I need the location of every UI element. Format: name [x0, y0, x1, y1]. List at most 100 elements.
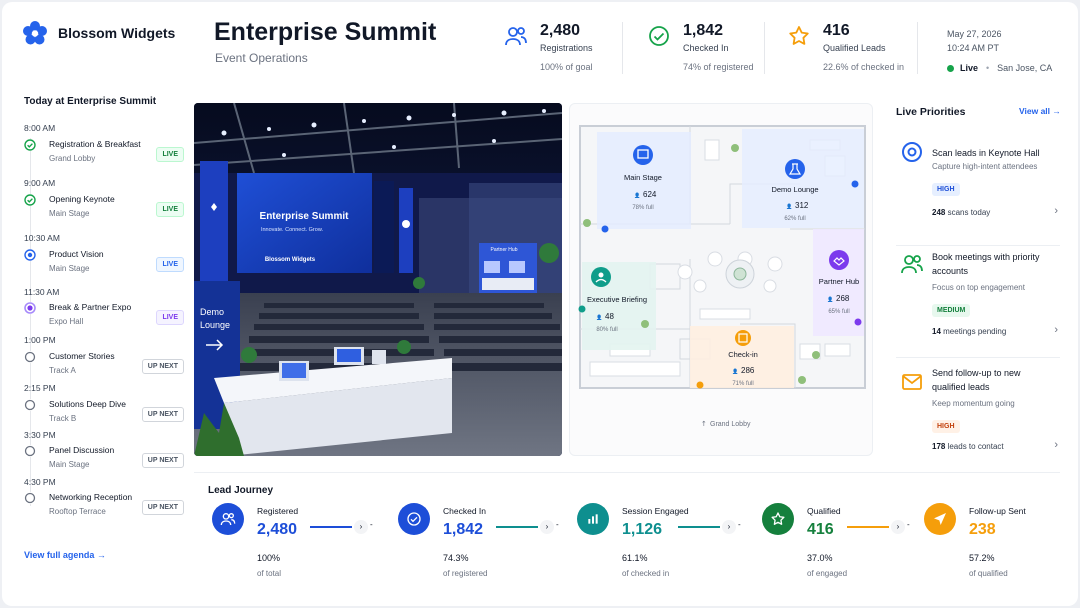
status-badge: UP NEXT: [141, 359, 184, 374]
chevron-right-icon[interactable]: ›: [1054, 324, 1058, 336]
status-badge: UP NEXT: [141, 407, 184, 422]
event-location: San Jose, CA: [997, 63, 1053, 73]
room-capacity: 65% full: [828, 309, 849, 315]
screen-tagline: Innovate. Connect. Grow.: [261, 227, 324, 233]
status-badge: LIVE: [156, 202, 184, 217]
arrow-up-icon: ↑: [701, 420, 707, 428]
agenda-time: 2:15 PM: [24, 383, 56, 393]
stage-icon-wrap: [577, 503, 609, 535]
users-icon: [220, 513, 236, 526]
priority-badge: MEDIUM: [932, 304, 971, 317]
stage-basis: of qualified: [969, 569, 1008, 578]
priority-name: Book meetings with priority accounts: [932, 252, 1040, 276]
event-time: 10:24 AM PT: [947, 43, 1000, 53]
chevron-right-icon[interactable]: ›: [1054, 205, 1058, 217]
priority-desc: Focus on top engagement: [932, 283, 1025, 292]
agenda-time: 8:00 AM: [24, 123, 56, 133]
check-circle-icon: [407, 512, 421, 526]
divider: [764, 22, 765, 74]
room-name: Executive Briefing: [587, 295, 647, 304]
kpi-sub: 22.6% of checked in: [823, 62, 905, 72]
status-badge: UP NEXT: [141, 500, 184, 515]
stage-value: 1,842: [443, 521, 484, 538]
agenda-item[interactable]: Registration & Breakfast Grand Lobby LIV…: [24, 139, 184, 169]
star-icon: [771, 512, 785, 525]
agenda-item-name: Networking Reception: [49, 492, 133, 502]
stage-percent: 100%: [257, 553, 281, 563]
stage-percent: 61.1%: [622, 553, 648, 563]
agenda-item[interactable]: Break & Partner Expo Expo Hall LIVE: [24, 302, 184, 332]
agenda-item-location: Track A: [49, 366, 76, 375]
priority-count: 14: [932, 327, 941, 336]
priority-card[interactable]: Book meetings with priority accounts Foc…: [896, 246, 1060, 358]
stage-basis: of engaged: [807, 569, 848, 578]
divider: [917, 22, 918, 74]
status-badge: LIVE: [156, 257, 184, 272]
check-circle-icon: [24, 194, 36, 206]
journey-stage-qualified[interactable]: Qualified 416 37.0% of engaged: [762, 503, 912, 593]
kpi-value: 2,480: [540, 22, 581, 39]
room-count: 312: [795, 201, 809, 210]
stage-icon-wrap: [924, 503, 956, 535]
target-dot-icon: [24, 302, 36, 314]
brand[interactable]: Blossom Widgets: [22, 20, 175, 46]
live-status: Live • San Jose, CA: [947, 63, 1052, 73]
agenda-time: 10:30 AM: [24, 233, 60, 243]
agenda-item-name: Solutions Deep Dive: [49, 399, 127, 409]
agenda-item-location: Main Stage: [49, 209, 90, 218]
view-full-agenda-link[interactable]: View full agenda →: [24, 550, 106, 560]
kpi-sub: 74% of registered: [683, 62, 754, 72]
journey-stage-follow-up-sent[interactable]: Follow-up Sent 238 57.2% of qualified: [924, 503, 1074, 593]
stage-value: 1,126: [622, 521, 663, 538]
priority-desc: Capture high-intent attendees: [932, 162, 1038, 171]
agenda-time: 11:30 AM: [24, 287, 60, 297]
agenda-item[interactable]: Solutions Deep Dive Track B UP NEXT: [24, 399, 184, 429]
room-count: 48: [605, 312, 614, 321]
agenda-item[interactable]: Product Vision Main Stage LIVE: [24, 249, 184, 279]
journey-stage-checked-in[interactable]: Checked In 1,842 74.3% of registered: [398, 503, 548, 593]
priority-foot-text: leads to contact: [945, 442, 1004, 451]
priority-badge: HIGH: [932, 183, 960, 196]
kpi-checked-in[interactable]: 1,842 Checked In 74% of registered: [647, 22, 754, 72]
floor-map[interactable]: Main Stage 👤 624 78% full Demo Lounge 👤 …: [569, 103, 873, 456]
map-entrance-label: Grand Lobby: [710, 421, 751, 428]
view-all-link[interactable]: View all →: [1019, 106, 1061, 116]
room-count: 268: [836, 294, 850, 303]
room-count: 286: [741, 366, 755, 375]
agenda-item[interactable]: Customer Stories Track A UP NEXT: [24, 351, 184, 381]
send-icon: [934, 513, 946, 525]
room-name: Main Stage: [624, 173, 662, 182]
agenda-item[interactable]: Networking Reception Rooftop Terrace UP …: [24, 492, 184, 522]
partner-hub-sign: Partner Hub: [491, 247, 518, 253]
agenda-item[interactable]: Panel Discussion Main Stage UP NEXT: [24, 445, 184, 475]
event-datetime: May 27, 2026 10:24 AM PT: [947, 27, 1002, 55]
priority-card[interactable]: Scan leads in Keynote Hall Capture high-…: [896, 134, 1060, 246]
chevron-right-icon[interactable]: ›: [1054, 439, 1058, 451]
stage-value: 238: [969, 521, 996, 538]
stage-percent: 37.0%: [807, 553, 833, 563]
priorities-title: Live Priorities: [896, 106, 966, 118]
status-badge: LIVE: [156, 310, 184, 325]
priority-count: 178: [932, 442, 946, 451]
priority-badge: HIGH: [932, 420, 960, 433]
room-capacity: 62% full: [784, 216, 805, 222]
svg-text:👤: 👤: [786, 203, 792, 210]
journey-stage-registered[interactable]: Registered 2,480 100% of total: [212, 503, 362, 593]
kpi-registrations[interactable]: 2,480 Registrations 100% of goal: [504, 22, 593, 72]
journey-stage-session-engaged[interactable]: Session Engaged 1,126 61.1% of checked i…: [577, 503, 727, 593]
stage-label: Registered: [257, 506, 299, 516]
mail-icon: [902, 374, 922, 390]
divider: [622, 22, 623, 74]
target-icon: [902, 142, 922, 162]
kpi-label: Checked In: [683, 43, 729, 53]
stage-label: Qualified: [807, 506, 841, 516]
empty-circle-icon: [24, 492, 36, 504]
kpi-qualified-leads[interactable]: 416 Qualified Leads 22.6% of checked in: [787, 22, 904, 72]
agenda-item-location: Grand Lobby: [49, 154, 96, 163]
room-capacity: 80% full: [596, 327, 617, 333]
agenda-item[interactable]: Opening Keynote Main Stage LIVE: [24, 194, 184, 224]
venue-photo-image: Enterprise Summit Innovate. Connect. Gro…: [194, 103, 562, 456]
agenda-time: 9:00 AM: [24, 178, 56, 188]
priority-card[interactable]: Send follow-up to new qualified leads Ke…: [896, 364, 1060, 476]
agenda-item-location: Main Stage: [49, 264, 90, 273]
